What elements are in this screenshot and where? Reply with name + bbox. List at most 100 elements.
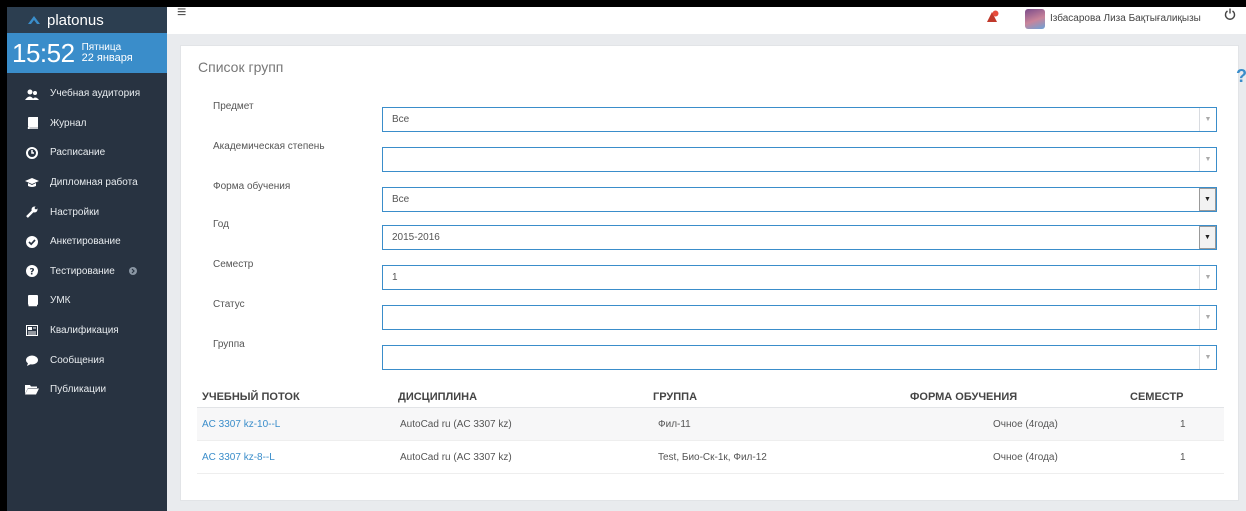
user-name[interactable]: Ізбасарова Лиза Бақтығалиқызы — [1050, 13, 1201, 24]
sidebar-item-qualification[interactable]: Квалификация — [7, 316, 167, 346]
degree-select[interactable]: ▼ — [382, 147, 1217, 172]
chevron-right-circle-icon — [128, 267, 137, 276]
page-title: Список групп — [198, 59, 284, 75]
subject-select[interactable]: Все ▼ — [382, 107, 1217, 132]
chevron-down-icon[interactable]: ▼ — [1199, 306, 1216, 329]
sidebar-item-label: Анкетирование — [50, 236, 121, 248]
filter-label: Предмет — [213, 101, 254, 112]
filter-label: Год — [213, 219, 229, 230]
select-value: Все — [392, 194, 410, 205]
check-circle-icon — [24, 235, 40, 249]
folder-open-icon — [24, 383, 40, 397]
platonus-logo-icon — [28, 16, 40, 24]
groups-panel: Список групп Предмет Все ▼ Академическая… — [180, 45, 1239, 501]
sidebar-item-publications[interactable]: Публикации — [7, 375, 167, 405]
screen-border-top — [0, 0, 1246, 7]
sidebar-item-label: Дипломная работа — [50, 177, 138, 189]
semester-select[interactable]: 1 ▼ — [382, 265, 1217, 290]
sidebar-item-umk[interactable]: УМК — [7, 286, 167, 316]
column-header-stream[interactable]: УЧЕБНЫЙ ПОТОК — [202, 391, 300, 403]
study-form-cell: Очное (4года) — [993, 452, 1058, 463]
filter-subject: Предмет Все ▼ — [181, 101, 1240, 132]
sidebar-menu: Учебная аудитория Журнал Расписание Дипл… — [7, 79, 167, 405]
group-cell: Фил-11 — [658, 419, 691, 430]
sidebar-item-messages[interactable]: Сообщения — [7, 345, 167, 375]
clock-date-number: 22 января — [81, 52, 133, 64]
sidebar-item-label: Публикации — [50, 384, 107, 396]
filter-degree: Академическая степень ▼ — [181, 141, 1240, 172]
filter-year: Год 2015-2016 ▼ — [181, 219, 1240, 250]
select-value: 2015-2016 — [392, 232, 440, 243]
chevron-down-icon[interactable]: ▼ — [1199, 266, 1216, 289]
newspaper-icon — [24, 324, 40, 338]
brand[interactable]: platonus — [7, 7, 167, 33]
select-value: 1 — [392, 272, 398, 283]
sidebar-item-testing[interactable]: ? Тестирование — [7, 257, 167, 287]
clock-icon — [24, 146, 40, 160]
filter-label: Семестр — [213, 259, 254, 270]
brand-name: platonus — [47, 11, 104, 29]
table-header: УЧЕБНЫЙ ПОТОК ДИСЦИПЛИНА ГРУППА ФОРМА ОБ… — [197, 384, 1224, 408]
filter-label: Форма обучения — [213, 181, 291, 192]
chevron-down-icon[interactable]: ▼ — [1199, 226, 1216, 249]
clock-time: 15:52 — [12, 37, 75, 68]
sidebar-item-schedule[interactable]: Расписание — [7, 138, 167, 168]
chevron-down-icon[interactable]: ▼ — [1199, 346, 1216, 369]
filter-label: Академическая степень — [213, 141, 325, 152]
sidebar-item-label: Квалификация — [50, 325, 119, 337]
filter-study-form: Форма обучения Все ▼ — [181, 181, 1240, 212]
user-avatar[interactable] — [1025, 9, 1045, 29]
status-select[interactable]: ▼ — [382, 305, 1217, 330]
filter-label: Группа — [213, 339, 245, 350]
graduation-cap-icon — [24, 176, 40, 190]
svg-text:?: ? — [29, 268, 34, 278]
sidebar-item-label: Тестирование — [50, 265, 115, 277]
semester-cell: 1 — [1180, 452, 1186, 463]
help-icon[interactable]: ? — [1236, 66, 1246, 87]
sidebar-item-label: УМК — [50, 295, 71, 307]
group-select[interactable]: ▼ — [382, 345, 1217, 370]
group-cell: Test, Био-Ск-1к, Фил-12 — [658, 452, 767, 463]
column-header-discipline[interactable]: ДИСЦИПЛИНА — [398, 391, 477, 403]
users-icon — [24, 87, 40, 101]
filter-label: Статус — [213, 299, 245, 310]
sidebar-item-classroom[interactable]: Учебная аудитория — [7, 79, 167, 109]
study-form-select[interactable]: Все ▼ — [382, 187, 1217, 212]
semester-cell: 1 — [1180, 419, 1186, 430]
notification-bell-icon[interactable] — [985, 10, 999, 24]
column-header-semester[interactable]: СЕМЕСТР — [1130, 391, 1184, 403]
stream-link[interactable]: AC 3307 kz-8--L — [202, 452, 275, 463]
filter-semester: Семестр 1 ▼ — [181, 259, 1240, 290]
groups-table: УЧЕБНЫЙ ПОТОК ДИСЦИПЛИНА ГРУППА ФОРМА ОБ… — [197, 384, 1224, 474]
sidebar-item-journal[interactable]: Журнал — [7, 109, 167, 139]
column-header-study-form[interactable]: ФОРМА ОБУЧЕНИЯ — [910, 391, 1017, 403]
select-value: Все — [392, 114, 410, 125]
sidebar-item-label: Журнал — [50, 117, 87, 129]
clock-widget: 15:52 Пятница 22 января — [7, 33, 167, 73]
table-row: AC 3307 kz-10--L AutoCad ru (AC 3307 kz)… — [197, 408, 1224, 441]
discipline-cell: AutoCad ru (AC 3307 kz) — [400, 452, 512, 463]
sidebar-item-label: Сообщения — [50, 354, 105, 366]
study-form-cell: Очное (4года) — [993, 419, 1058, 430]
clock-date: Пятница 22 января — [82, 42, 133, 64]
sidebar-item-thesis[interactable]: Дипломная работа — [7, 168, 167, 198]
table-row: AC 3307 kz-8--L AutoCad ru (AC 3307 kz) … — [197, 441, 1224, 474]
question-circle-icon: ? — [24, 264, 40, 278]
discipline-cell: AutoCad ru (AC 3307 kz) — [400, 419, 512, 430]
book-icon — [24, 294, 40, 308]
sidebar: platonus 15:52 Пятница 22 января Учебная… — [7, 7, 167, 511]
sidebar-item-label: Настройки — [50, 206, 100, 218]
chevron-down-icon[interactable]: ▼ — [1199, 108, 1216, 131]
comments-icon — [24, 353, 40, 367]
power-icon[interactable] — [1224, 8, 1236, 20]
wrench-icon — [24, 205, 40, 219]
screen-border-left — [0, 0, 7, 511]
sidebar-item-settings[interactable]: Настройки — [7, 197, 167, 227]
year-select[interactable]: 2015-2016 ▼ — [382, 225, 1217, 250]
chevron-down-icon[interactable]: ▼ — [1199, 188, 1216, 211]
sidebar-item-survey[interactable]: Анкетирование — [7, 227, 167, 257]
column-header-group[interactable]: ГРУППА — [653, 391, 697, 403]
chevron-down-icon[interactable]: ▼ — [1199, 148, 1216, 171]
filter-group: Группа ▼ — [181, 339, 1240, 370]
stream-link[interactable]: AC 3307 kz-10--L — [202, 419, 280, 430]
